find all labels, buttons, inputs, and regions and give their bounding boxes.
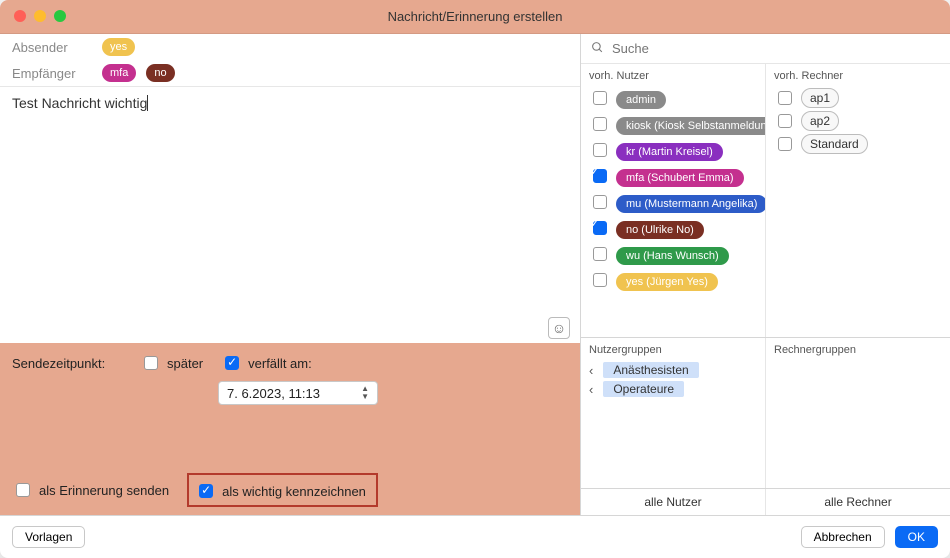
sendtime-label: Sendezeitpunkt: xyxy=(12,356,122,371)
machine-row[interactable]: Standard xyxy=(774,134,942,154)
user-checkbox[interactable] xyxy=(593,273,607,287)
sender-label: Absender xyxy=(12,40,92,55)
all-machines-button[interactable]: alle Rechner xyxy=(765,489,950,515)
chevron-left-icon[interactable]: ‹ xyxy=(589,382,593,397)
expires-date-stepper[interactable]: 7. 6.2023, 11:13 ▲ ▼ xyxy=(218,381,378,405)
ok-button[interactable]: OK xyxy=(895,526,938,548)
user-row[interactable]: admin xyxy=(589,88,757,111)
title-bar: Nachricht/Erinnerung erstellen xyxy=(0,0,950,34)
machine-checkbox[interactable] xyxy=(778,137,792,151)
expires-date-value: 7. 6.2023, 11:13 xyxy=(227,386,320,401)
user-row[interactable]: ✓no (Ulrike No) xyxy=(589,218,757,241)
user-groups-header: Nutzergruppen xyxy=(589,344,757,356)
cancel-button[interactable]: Abbrechen xyxy=(801,526,885,548)
expires-checkbox[interactable]: verfällt am: xyxy=(221,353,312,373)
user-pill: mu (Mustermann Angelika) xyxy=(616,195,765,213)
user-pill: wu (Hans Wunsch) xyxy=(616,247,729,265)
user-row[interactable]: yes (Jürgen Yes) xyxy=(589,270,757,293)
user-pill: kr (Martin Kreisel) xyxy=(616,143,723,161)
options-panel: Sendezeitpunkt: später verfällt am: xyxy=(0,343,580,515)
user-pill: no (Ulrike No) xyxy=(616,221,704,239)
recipient-row: Empfänger mfa no xyxy=(0,60,580,86)
as-important-checkbox[interactable]: als wichtig kennzeichnen xyxy=(195,481,366,501)
sender-tag[interactable]: yes xyxy=(102,38,135,56)
users-header: vorh. Nutzer xyxy=(589,70,757,82)
user-groups: Nutzergruppen ‹ Anästhesisten ‹ Operateure xyxy=(581,338,765,488)
zoom-icon[interactable] xyxy=(54,10,66,22)
chevron-left-icon[interactable]: ‹ xyxy=(589,363,593,378)
machine-checkbox[interactable] xyxy=(778,114,792,128)
emoji-picker-button[interactable]: ☺ xyxy=(548,317,570,339)
all-users-button[interactable]: alle Nutzer xyxy=(581,489,765,515)
machine-label: ap2 xyxy=(801,111,839,131)
group-label: Anästhesisten xyxy=(603,362,698,378)
user-checkbox[interactable] xyxy=(593,143,607,157)
machine-checkbox[interactable] xyxy=(778,91,792,105)
window: Nachricht/Erinnerung erstellen Absender … xyxy=(0,0,950,558)
search-input[interactable] xyxy=(610,40,940,57)
user-checkbox[interactable] xyxy=(593,117,607,131)
user-checkbox[interactable] xyxy=(593,247,607,261)
user-pill: mfa (Schubert Emma) xyxy=(616,169,744,187)
close-icon[interactable] xyxy=(14,10,26,22)
recipient-label: Empfänger xyxy=(12,66,92,81)
recipient-tag-no[interactable]: no xyxy=(146,64,174,82)
message-area[interactable]: Test Nachricht wichtig xyxy=(0,87,580,313)
user-row[interactable]: kr (Martin Kreisel) xyxy=(589,140,757,163)
user-pill: kiosk (Kiosk Selbstanmeldung) xyxy=(616,117,765,135)
later-checkbox[interactable]: später xyxy=(140,353,203,373)
machines-header: vorh. Rechner xyxy=(774,70,942,82)
as-reminder-checkbox[interactable]: als Erinnerung senden xyxy=(12,480,169,500)
machine-label: Standard xyxy=(801,134,868,154)
machines-list: vorh. Rechner ap1 ap2 Standard xyxy=(765,64,950,337)
user-checkbox[interactable] xyxy=(593,195,607,209)
machine-groups-header: Rechnergruppen xyxy=(774,344,942,356)
window-title: Nachricht/Erinnerung erstellen xyxy=(0,9,950,24)
user-pill: yes (Jürgen Yes) xyxy=(616,273,718,291)
user-row[interactable]: ✓mfa (Schubert Emma) xyxy=(589,166,757,189)
user-checkbox[interactable] xyxy=(593,91,607,105)
templates-button[interactable]: Vorlagen xyxy=(12,526,85,548)
user-row[interactable]: wu (Hans Wunsch) xyxy=(589,244,757,267)
user-row[interactable]: mu (Mustermann Angelika) xyxy=(589,192,757,215)
user-row[interactable]: kiosk (Kiosk Selbstanmeldung) xyxy=(589,114,757,137)
footer: Vorlagen Abbrechen OK xyxy=(0,515,950,558)
users-list: vorh. Nutzer admin kiosk (Kiosk Selbstanm… xyxy=(581,64,765,337)
minimize-icon[interactable] xyxy=(34,10,46,22)
machine-row[interactable]: ap2 xyxy=(774,111,942,131)
search-icon xyxy=(591,41,604,57)
group-label: Operateure xyxy=(603,381,684,397)
stepper-down-icon[interactable]: ▼ xyxy=(361,393,369,401)
machine-label: ap1 xyxy=(801,88,839,108)
user-group-item[interactable]: ‹ Operateure xyxy=(589,381,757,397)
machine-groups: Rechnergruppen xyxy=(765,338,950,488)
machine-row[interactable]: ap1 xyxy=(774,88,942,108)
traffic-lights xyxy=(14,10,66,22)
user-group-item[interactable]: ‹ Anästhesisten xyxy=(589,362,757,378)
search-row xyxy=(581,34,950,64)
recipient-tag-mfa[interactable]: mfa xyxy=(102,64,136,82)
sender-row: Absender yes xyxy=(0,34,580,60)
message-text: Test Nachricht wichtig xyxy=(12,95,568,305)
user-pill: admin xyxy=(616,91,666,109)
